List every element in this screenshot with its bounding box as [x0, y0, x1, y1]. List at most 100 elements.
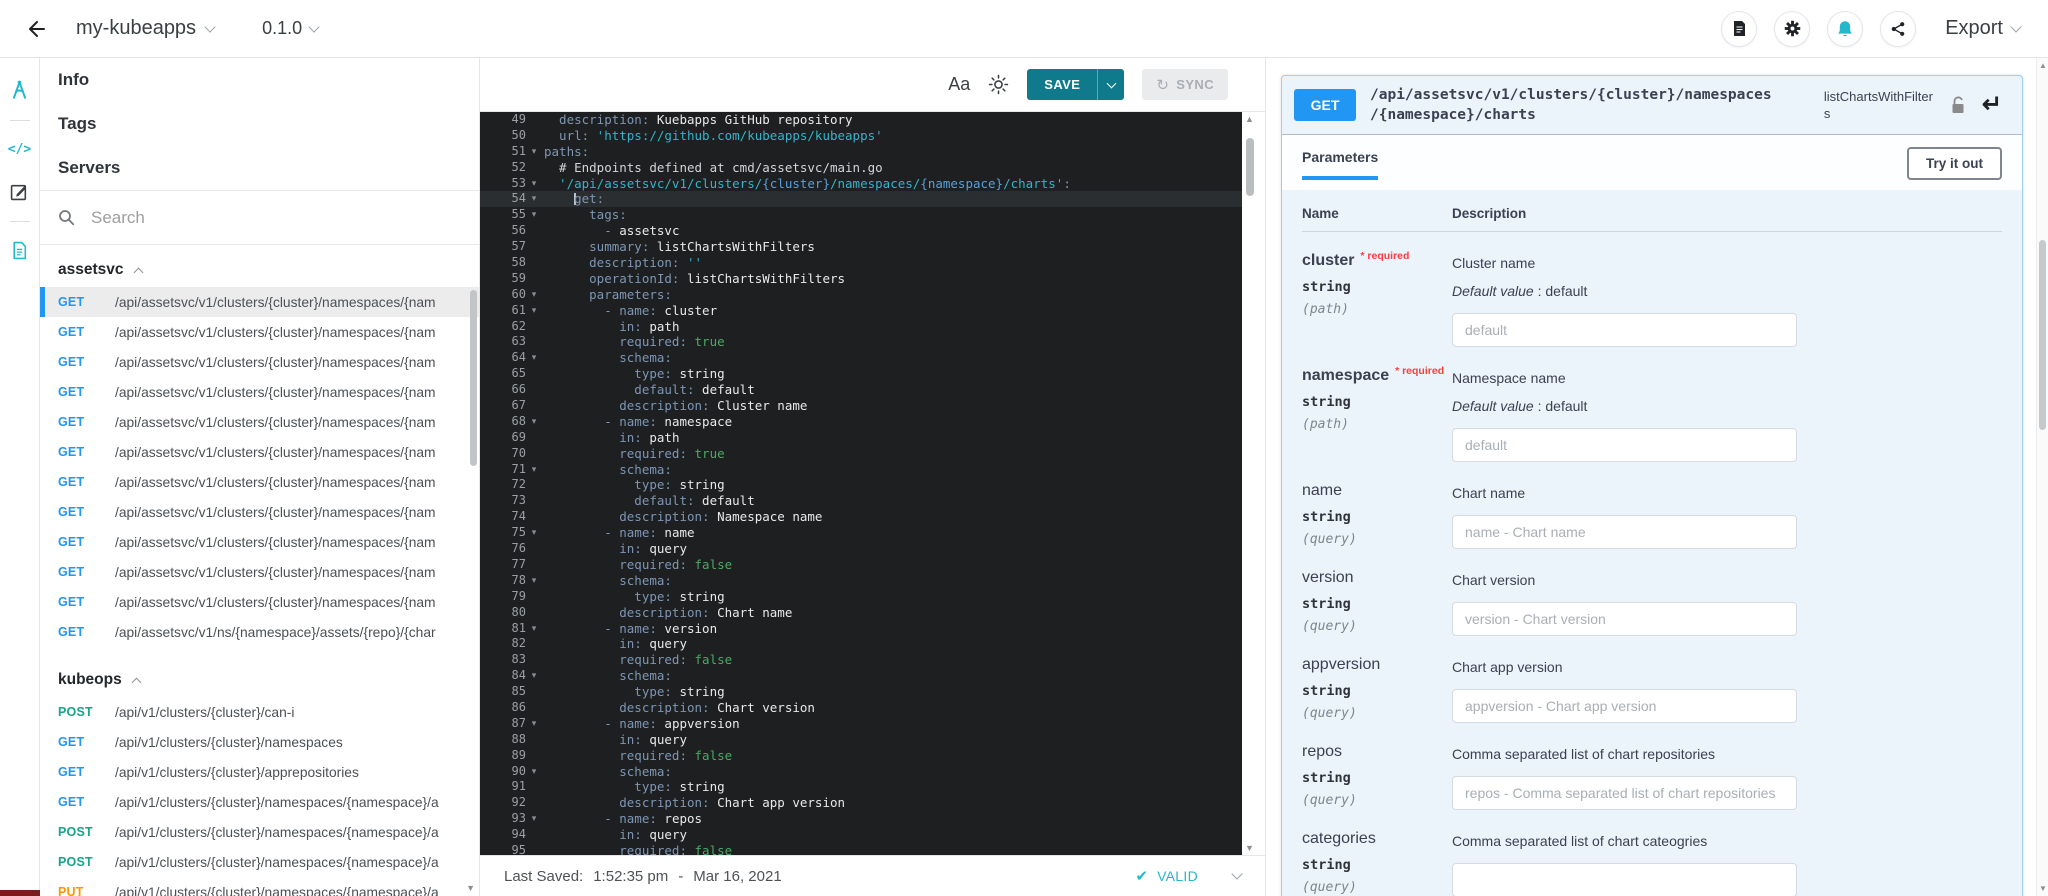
editor-mode-button[interactable]	[8, 179, 32, 203]
code-segment: in:	[544, 827, 642, 843]
code-segment: /namespaces/	[829, 175, 921, 191]
save-button[interactable]: SAVE	[1027, 69, 1098, 100]
sidebar-item-servers[interactable]: Servers	[40, 146, 479, 190]
design-view-button[interactable]	[8, 78, 32, 102]
endpoint-row[interactable]: GET/api/assetsvc/v1/ns/{namespace}/asset…	[40, 617, 479, 647]
line-number: 65	[511, 366, 526, 381]
code-segment: parameters:	[544, 286, 672, 302]
endpoint-row[interactable]: GET/api/assetsvc/v1/clusters/{cluster}/n…	[40, 497, 479, 527]
method-label: GET	[58, 355, 85, 369]
scroll-down-icon[interactable]: ▼	[1245, 843, 1254, 853]
code-line: 54 ▾ get:	[480, 191, 1242, 208]
code-segment: paths:	[544, 143, 590, 159]
parameter-description: Chart app version	[1452, 659, 1563, 675]
endpoint-row[interactable]: GET/api/assetsvc/v1/clusters/{cluster}/n…	[40, 317, 479, 347]
project-title-dropdown[interactable]: my-kubeapps	[76, 17, 216, 40]
line-number: 75	[511, 525, 526, 540]
group-header-assetsvc[interactable]: assetsvc	[40, 253, 479, 287]
share-button[interactable]	[1880, 10, 1917, 47]
panel-scrollbar-thumb[interactable]	[2039, 240, 2046, 430]
back-button[interactable]	[22, 15, 50, 43]
endpoint-row[interactable]: GET/api/assetsvc/v1/clusters/{cluster}/n…	[40, 467, 479, 497]
version-dropdown[interactable]: 0.1.0	[262, 18, 320, 39]
code-line: 53 ▾ '/api/assetsvc/v1/clusters/{cluster}…	[480, 176, 1242, 192]
code-text: description: Chart version	[542, 700, 1242, 716]
operation-summary[interactable]: GET /api/assetsvc/v1/clusters/{cluster}/…	[1282, 76, 2022, 135]
endpoint-row[interactable]: GET/api/assetsvc/v1/clusters/{cluster}/n…	[40, 437, 479, 467]
tab-parameters[interactable]: Parameters	[1302, 149, 1379, 180]
parameter-input[interactable]	[1452, 428, 1797, 462]
activity-log-button[interactable]	[1721, 10, 1758, 47]
search-input[interactable]	[91, 207, 479, 228]
documentation-button[interactable]	[8, 238, 32, 262]
parameter-input[interactable]	[1452, 515, 1797, 549]
code-line: 91 type: string	[480, 779, 1242, 795]
endpoint-row[interactable]: GET/api/v1/clusters/{cluster}/namespaces	[40, 727, 479, 757]
parameter-row: appversion string (query) Chart app version	[1302, 636, 2002, 723]
endpoint-row[interactable]: GET/api/assetsvc/v1/clusters/{cluster}/n…	[40, 587, 479, 617]
parameter-input[interactable]	[1452, 776, 1797, 810]
sidebar-item-tags[interactable]: Tags	[40, 102, 479, 146]
endpoint-row[interactable]: PUT/api/v1/clusters/{cluster}/namespaces…	[40, 877, 479, 896]
scroll-up-icon[interactable]: ▲	[2039, 61, 2047, 70]
code-segment: Kuebapps GitHub repository	[649, 112, 853, 127]
code-segment: required:	[544, 556, 695, 572]
code-segment: - name:	[544, 715, 657, 731]
endpoint-group: kubeops POST/api/v1/clusters/{cluster}/ca…	[40, 663, 479, 896]
editor-scrollbar-thumb[interactable]	[1246, 138, 1254, 196]
code-text: tags:	[542, 207, 1242, 223]
validation-chevron-icon[interactable]	[1231, 868, 1243, 880]
sidebar-scroll-down-icon[interactable]: ▼	[466, 883, 475, 893]
endpoint-row[interactable]: GET/api/v1/clusters/{cluster}/appreposit…	[40, 757, 479, 787]
endpoint-row[interactable]: POST/api/v1/clusters/{cluster}/can-i	[40, 697, 479, 727]
endpoint-row[interactable]: GET/api/v1/clusters/{cluster}/namespaces…	[40, 787, 479, 817]
scroll-up-icon[interactable]: ▲	[1245, 114, 1254, 124]
try-it-out-button[interactable]: Try it out	[1907, 147, 2002, 180]
endpoint-row[interactable]: GET/api/assetsvc/v1/clusters/{cluster}/n…	[40, 557, 479, 587]
endpoint-row[interactable]: POST/api/v1/clusters/{cluster}/namespace…	[40, 817, 479, 847]
font-size-button[interactable]: Aa	[948, 74, 970, 95]
scroll-down-icon[interactable]: ▼	[2039, 884, 2047, 893]
sync-button[interactable]: ↻ SYNC	[1142, 69, 1228, 100]
theme-brightness-button[interactable]	[988, 74, 1009, 95]
endpoint-path: /api/v1/clusters/{cluster}/can-i	[115, 704, 295, 720]
settings-button[interactable]	[1774, 10, 1811, 47]
problems-indicator-strip[interactable]	[0, 890, 40, 896]
sidebar-item-info[interactable]: Info	[40, 58, 479, 102]
notifications-button[interactable]	[1827, 10, 1864, 47]
endpoint-row[interactable]: GET/api/assetsvc/v1/clusters/{cluster}/n…	[40, 347, 479, 377]
endpoint-row[interactable]: GET/api/assetsvc/v1/clusters/{cluster}/n…	[40, 377, 479, 407]
authorize-button[interactable]	[1950, 95, 1966, 115]
export-dropdown[interactable]: Export	[1945, 17, 2022, 40]
endpoint-row[interactable]: POST/api/v1/clusters/{cluster}/namespace…	[40, 847, 479, 877]
group-header-kubeops[interactable]: kubeops	[40, 663, 479, 697]
endpoint-row[interactable]: GET/api/assetsvc/v1/clusters/{cluster}/n…	[40, 287, 479, 317]
parameter-input[interactable]	[1452, 863, 1797, 896]
parameter-input[interactable]	[1452, 602, 1797, 636]
code-segment: query	[641, 731, 687, 747]
code-text: get:	[542, 191, 1242, 207]
endpoint-row[interactable]: GET/api/assetsvc/v1/clusters/{cluster}/n…	[40, 407, 479, 437]
code-text: description: Chart name	[542, 605, 1242, 621]
save-options-button[interactable]	[1097, 69, 1125, 100]
source-view-button[interactable]: </>	[8, 137, 32, 161]
parameter-description: Comma separated list of chart cateogries	[1452, 833, 1708, 849]
sidebar-scrollbar-thumb[interactable]	[470, 290, 477, 466]
endpoint-row[interactable]: GET/api/assetsvc/v1/clusters/{cluster}/n…	[40, 527, 479, 557]
line-number: 60	[511, 286, 526, 301]
code-editor[interactable]: 49 description: Kuebapps GitHub reposito…	[480, 112, 1242, 855]
code-line: 69 in: path	[480, 430, 1242, 446]
parameter-input[interactable]	[1452, 689, 1797, 723]
code-line: 92 description: Chart app version	[480, 795, 1242, 811]
go-to-definition-button[interactable]: ↵	[1982, 93, 2002, 117]
parameter-name: version	[1302, 569, 1354, 586]
code-segment: in:	[544, 318, 642, 334]
parameter-input[interactable]	[1452, 313, 1797, 347]
line-number: 87	[511, 715, 526, 730]
code-segment: listChartsWithFilters	[679, 270, 846, 286]
